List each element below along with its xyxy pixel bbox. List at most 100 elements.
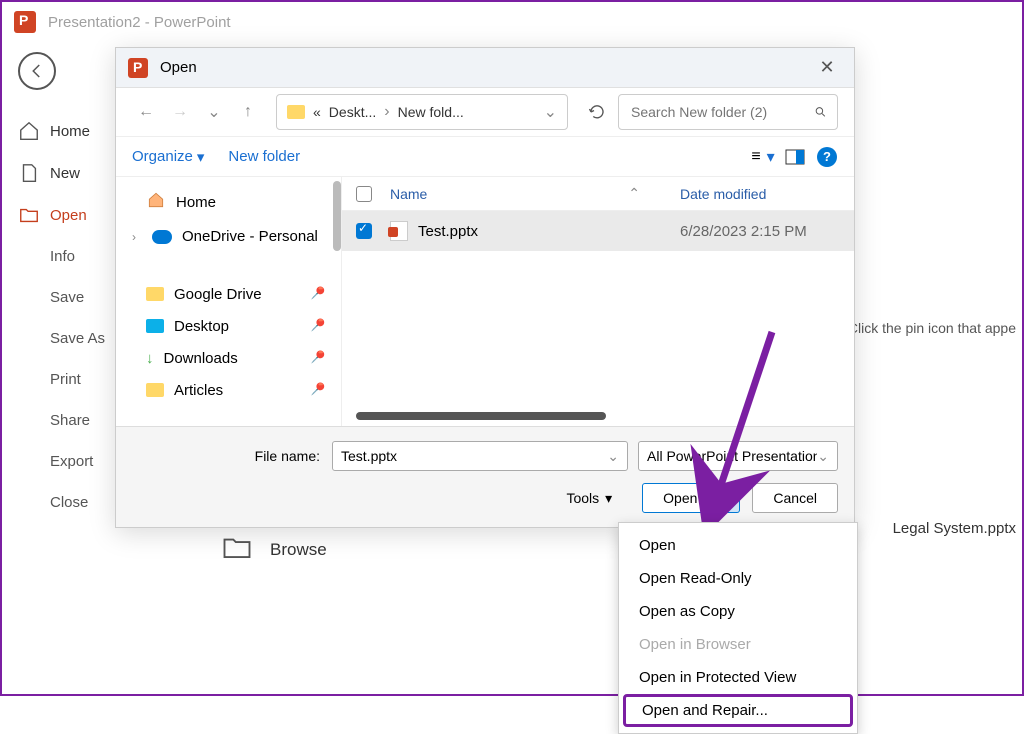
refresh-icon [588,103,606,121]
tree-item-articles[interactable]: Articles 📍 [116,374,341,406]
tree-label: Google Drive [174,286,262,303]
tree-label: Home [176,194,216,211]
chevron-down-icon[interactable]: ⌄ [607,448,619,465]
nav-up-button[interactable]: ↑ [234,98,262,126]
sidebar-item-home[interactable]: Home [2,110,112,152]
home-icon [146,190,166,214]
dropdown-item-protected[interactable]: Open in Protected View [619,661,857,694]
tree-item-home[interactable]: Home [116,183,341,221]
file-row[interactable]: Test.pptx 6/28/2023 2:15 PM [342,211,854,251]
sidebar-item-close[interactable]: Close [2,482,112,523]
file-date: 6/28/2023 2:15 PM [680,223,840,240]
help-icon: ? [817,147,837,167]
organize-label: Organize [132,148,193,165]
search-input[interactable] [629,103,814,121]
sidebar-item-saveas[interactable]: Save As [2,318,112,359]
home-icon [18,120,40,142]
pin-icon[interactable]: 📍 [305,313,331,339]
column-name[interactable]: Name [390,186,628,202]
dropdown-item-readonly[interactable]: Open Read-Only [619,562,857,595]
close-button[interactable]: ✕ [812,53,842,83]
scrollbar-thumb[interactable] [333,181,341,251]
sidebar-label: Open [50,207,87,224]
cancel-button[interactable]: Cancel [752,483,838,513]
browse-label: Browse [270,540,327,560]
folder-icon [146,383,164,397]
dropdown-item-repair[interactable]: Open and Repair... [623,694,853,727]
new-folder-button[interactable]: New folder [228,148,300,165]
tools-button[interactable]: Tools ▾ [566,490,612,507]
open-dropdown-menu: Open Open Read-Only Open as Copy Open in… [618,522,858,734]
tree-label: Articles [174,382,223,399]
sidebar-item-share[interactable]: Share [2,400,112,441]
open-folder-icon [18,204,40,226]
caret-down-icon: ▾ [767,147,775,167]
desktop-icon [146,319,164,333]
file-checkbox[interactable] [356,223,372,239]
nav-forward-button[interactable]: → [166,98,194,126]
chevron-down-icon: ⌄ [817,448,829,465]
tree-item-gdrive[interactable]: Google Drive 📍 [116,278,341,310]
search-box[interactable] [618,94,838,130]
sidebar-item-info[interactable]: Info [2,236,112,277]
browse-button[interactable]: Browse [222,534,327,565]
open-dialog: Open ✕ ← → ⌄ ↑ « Deskt... › New fold... … [115,47,855,528]
search-icon [814,104,827,120]
sidebar-label: Home [50,123,90,140]
nav-recent-button[interactable]: ⌄ [200,98,228,126]
nav-back-button[interactable]: ← [132,98,160,126]
open-dropdown-button[interactable]: ▾ [718,483,740,513]
pin-icon[interactable]: 📍 [305,281,331,307]
dialog-title: Open [160,59,812,76]
sidebar-item-save[interactable]: Save [2,277,112,318]
tree-label: OneDrive - Personal [182,228,318,245]
horizontal-scrollbar[interactable] [356,412,606,420]
view-options-button[interactable]: ≡▾ [752,146,774,168]
dropdown-item-copy[interactable]: Open as Copy [619,595,857,628]
title-bar: Presentation2 - PowerPoint [2,2,1022,42]
chevron-right-icon[interactable]: › [132,230,142,244]
breadcrumb-seg1[interactable]: Deskt... [329,104,376,120]
tree-item-downloads[interactable]: ↓ Downloads 📍 [116,342,341,374]
breadcrumb-seg2[interactable]: New fold... [398,104,464,120]
sidebar-item-print[interactable]: Print [2,359,112,400]
backstage-sidebar: Home New Open Info Save Save As Print Sh… [2,110,112,523]
tree-label: Downloads [164,350,238,367]
back-button[interactable] [18,52,56,90]
tree-item-desktop[interactable]: Desktop 📍 [116,310,341,342]
sidebar-label: New [50,165,80,182]
tools-label: Tools [566,490,599,506]
select-all-checkbox[interactable] [356,186,372,202]
dropdown-item-open[interactable]: Open [619,529,857,562]
caret-down-icon: ▾ [725,488,733,508]
filter-text: All PowerPoint Presentations (*. [647,448,817,464]
file-type-filter[interactable]: All PowerPoint Presentations (*. ⌄ [638,441,838,471]
folder-icon [146,287,164,301]
filename-input[interactable]: Test.pptx ⌄ [332,441,628,471]
pin-icon[interactable]: 📍 [305,345,331,371]
column-date[interactable]: Date modified [680,186,840,202]
dialog-nav-bar: ← → ⌄ ↑ « Deskt... › New fold... ⌄ [116,88,854,136]
preview-pane-button[interactable] [784,146,806,168]
browse-folder-icon [222,534,252,565]
close-icon: ✕ [819,57,834,78]
refresh-button[interactable] [582,97,612,127]
tree-item-onedrive[interactable]: › OneDrive - Personal [116,221,341,252]
powerpoint-logo-icon [128,58,148,78]
sidebar-item-open[interactable]: Open [2,194,112,236]
dialog-toolbar: Organize ▾ New folder ≡▾ ? [116,136,854,176]
chevron-down-icon[interactable]: ⌄ [544,102,557,122]
caret-down-icon: ▾ [197,148,205,166]
sidebar-item-export[interactable]: Export [2,441,112,482]
open-button[interactable]: Open [642,483,718,513]
dropdown-item-browser: Open in Browser [619,628,857,661]
pin-icon[interactable]: 📍 [305,377,331,403]
tree-label: Desktop [174,318,229,335]
folder-icon [287,105,305,119]
help-button[interactable]: ? [816,146,838,168]
organize-button[interactable]: Organize ▾ [132,148,204,166]
powerpoint-logo-icon [14,11,36,33]
sidebar-item-new[interactable]: New [2,152,112,194]
breadcrumb[interactable]: « Deskt... › New fold... ⌄ [276,94,568,130]
dialog-footer: File name: Test.pptx ⌄ All PowerPoint Pr… [116,426,854,527]
